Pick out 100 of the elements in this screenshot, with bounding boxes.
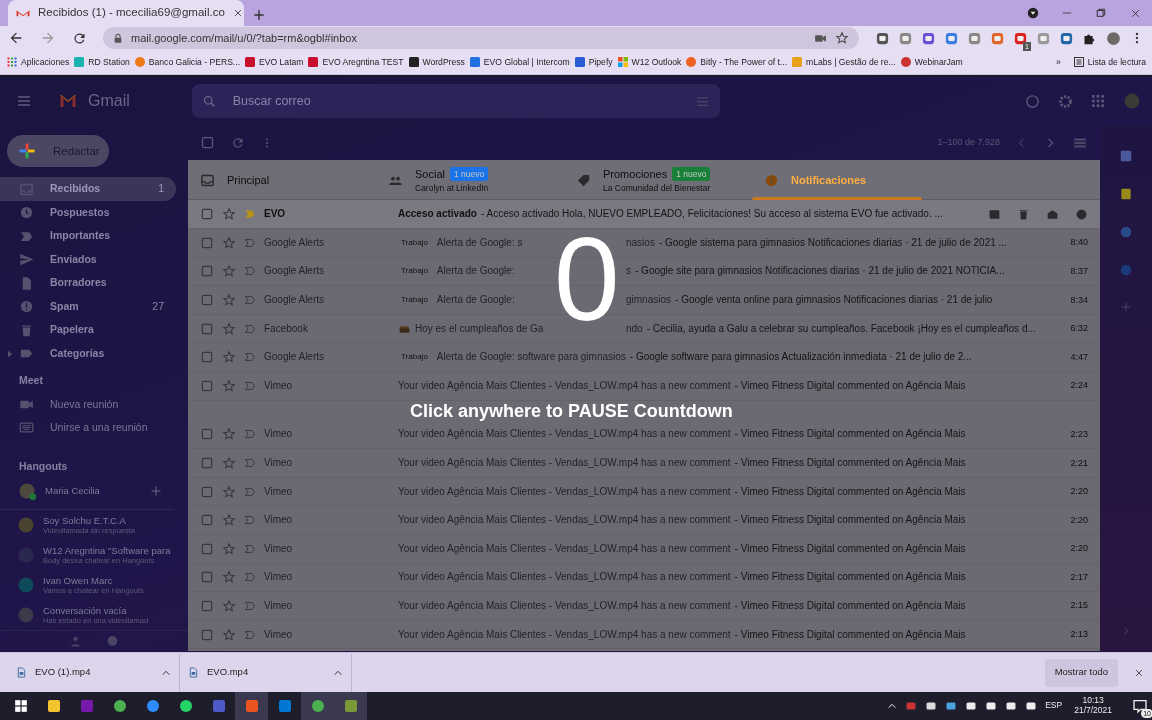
- plus-icon[interactable]: [150, 484, 162, 497]
- bookmark[interactable]: W12 Outlook: [614, 55, 684, 69]
- checkbox-icon[interactable]: [200, 570, 214, 585]
- star-icon[interactable]: [222, 541, 236, 556]
- email-row[interactable]: Vimeo Your video Agência Mais Clientes - Vendas_LOW.mp4 has a new comment - Vimeo Fitness Digital commented on Agência Mais 2:20: [188, 535, 1100, 564]
- chevron-up-icon[interactable]: [887, 701, 898, 711]
- email-row[interactable]: Vimeo Your video Agência Mais Clientes - Vendas_LOW.mp4 has a new comment - Vimeo Fitness Digital commented on Agência Mais 2:13: [188, 620, 1100, 650]
- extension-icon[interactable]: [875, 30, 890, 46]
- gmail-logo[interactable]: Gmail: [56, 89, 130, 114]
- checkbox-icon[interactable]: [200, 350, 214, 365]
- tasks-icon[interactable]: [1119, 225, 1133, 240]
- bookmark[interactable]: Banco Galicia - PERS...: [131, 55, 243, 69]
- reading-list[interactable]: Lista de lectura: [1070, 55, 1148, 69]
- email-row[interactable]: Vimeo Your video Agência Mais Clientes - Vendas_LOW.mp4 has a new comment - Vimeo Fitness Digital commented on Agência Mais 2:15: [188, 592, 1100, 621]
- star-icon[interactable]: [222, 378, 236, 393]
- plus-icon[interactable]: [1120, 301, 1132, 314]
- important-icon[interactable]: [244, 265, 256, 278]
- star-icon[interactable]: [222, 598, 236, 613]
- email-row[interactable]: Vimeo Your video Agência Mais Clientes - Vendas_LOW.mp4 has a new comment - Vimeo Fitness Digital commented on Agência Mais 2:24: [188, 372, 1100, 401]
- tray-icon[interactable]: [1025, 700, 1038, 712]
- extension-icon[interactable]: [1059, 30, 1074, 46]
- important-icon[interactable]: [244, 542, 256, 555]
- important-icon[interactable]: [244, 351, 256, 364]
- bookmark[interactable]: EVO Latam: [242, 55, 306, 69]
- important-icon[interactable]: [244, 294, 256, 307]
- email-row[interactable]: Vimeo Your video Agência Mais Clientes - Vendas_LOW.mp4 has a new comment - Vimeo Fitness Digital commented on Agência Mais 2:20: [188, 477, 1100, 507]
- email-row[interactable]: Vimeo Your video Agência Mais Clientes - Vendas_LOW.mp4 has a new comment - Vimeo Fitness Digital commented on Agência Mais 2:23: [188, 420, 1100, 450]
- important-icon[interactable]: [244, 322, 256, 335]
- star-icon[interactable]: [222, 235, 236, 250]
- important-icon[interactable]: [244, 599, 256, 612]
- important-icon[interactable]: [244, 457, 256, 469]
- checkbox-icon[interactable]: [200, 135, 215, 151]
- important-icon[interactable]: [244, 514, 256, 527]
- caret-icon[interactable]: [6, 349, 14, 358]
- bookmark[interactable]: WebinarJam: [897, 55, 965, 69]
- folder-item[interactable]: Spam 27: [0, 294, 176, 319]
- close-icon[interactable]: [1134, 667, 1144, 678]
- star-icon[interactable]: [222, 513, 236, 528]
- email-row[interactable]: EVO Acceso activado - Acceso activado Hola, NUEVO EMPLEADO, Felicitaciones! Su acceso al sistema EVO fue activado. ...: [188, 200, 1100, 230]
- checkbox-icon[interactable]: [200, 484, 214, 499]
- checkbox-icon[interactable]: [200, 513, 214, 528]
- close-icon[interactable]: [232, 8, 243, 18]
- folder-item[interactable]: Importantes: [0, 224, 176, 248]
- checkbox-icon[interactable]: [200, 378, 214, 393]
- email-row[interactable]: Vimeo Your video Agência Mais Clientes - Vendas_LOW.mp4 has a new comment - Vimeo Fitness Digital commented on Agência Mais 2:21: [188, 449, 1100, 478]
- extension-icon[interactable]: [921, 30, 936, 46]
- chevron-right-icon[interactable]: [1121, 626, 1131, 636]
- important-icon[interactable]: [244, 208, 256, 221]
- folder-item[interactable]: Recibidos 1: [0, 177, 176, 201]
- extension-icon[interactable]: [1013, 30, 1028, 46]
- apps-icon[interactable]: [1090, 93, 1106, 110]
- checkbox-icon[interactable]: [200, 293, 214, 308]
- bookmark[interactable]: RD Station: [71, 55, 132, 69]
- extension-icon[interactable]: [944, 30, 959, 46]
- star-icon[interactable]: [222, 321, 236, 336]
- checkbox-icon[interactable]: [200, 321, 214, 336]
- checkbox-icon[interactable]: [200, 598, 214, 613]
- star-icon[interactable]: [222, 207, 236, 222]
- email-row[interactable]: Vimeo Your video Agência Mais Clientes - Vendas_LOW.mp4 has a new comment - Vimeo Fitness Digital commented on Agência Mais 2:20: [188, 506, 1100, 535]
- folder-item[interactable]: Borradores: [0, 271, 176, 295]
- checkbox-icon[interactable]: [200, 456, 214, 470]
- bookmark[interactable]: Pipefy: [571, 55, 615, 69]
- bookmark[interactable]: Aplicaciones: [4, 55, 72, 69]
- tray-icon[interactable]: [985, 700, 998, 712]
- keep-icon[interactable]: [1119, 187, 1133, 202]
- email-row[interactable]: Vimeo Your video Agência Mais Clientes - Vendas_LOW.mp4 has a new comment - Vimeo Fitness Digital commented on Agência Mais 2:17: [188, 563, 1100, 593]
- checkbox-icon[interactable]: [200, 627, 214, 642]
- browser-tab[interactable]: Recibidos (1) - mcecilia69@gmail.co: [8, 0, 244, 26]
- bookmark[interactable]: Bitly - The Power of t...: [683, 55, 790, 69]
- checkbox-icon[interactable]: [200, 235, 214, 250]
- folder-item[interactable]: Enviados: [0, 247, 176, 272]
- important-icon[interactable]: [244, 628, 256, 641]
- extension-icon[interactable]: [898, 30, 913, 46]
- tray-icon[interactable]: [945, 700, 958, 712]
- back-icon[interactable]: [8, 30, 24, 46]
- contacts-icon[interactable]: [1119, 263, 1133, 278]
- person-icon[interactable]: [69, 635, 82, 648]
- tray-icon[interactable]: [925, 700, 938, 712]
- folder-item[interactable]: Pospuestos: [0, 200, 176, 225]
- important-icon[interactable]: [244, 428, 256, 441]
- address-bar[interactable]: mail.google.com/mail/u/0/?tab=rm&ogbl#inbox: [103, 27, 859, 49]
- download-item[interactable]: EVO.mp4: [180, 653, 352, 692]
- star-icon[interactable]: [835, 31, 849, 45]
- trash-icon[interactable]: [1017, 207, 1030, 221]
- forward-icon[interactable]: [40, 30, 56, 46]
- bookmark[interactable]: EVO Aregntina TEST: [305, 55, 406, 69]
- envelope-icon[interactable]: [1046, 207, 1059, 221]
- category-tab[interactable]: Social 1 nuevo Carolyn at LinkedIn: [376, 160, 564, 201]
- settings-icon[interactable]: [1057, 92, 1074, 110]
- folder-item[interactable]: Papelera: [0, 318, 176, 342]
- star-icon[interactable]: [222, 427, 236, 442]
- important-icon[interactable]: [244, 236, 256, 249]
- checkbox-icon[interactable]: [200, 427, 214, 442]
- density-icon[interactable]: [1072, 135, 1088, 150]
- checkbox-icon[interactable]: [200, 541, 214, 556]
- meet-item[interactable]: Nueva reunión: [0, 393, 188, 417]
- bookmark[interactable]: WordPress: [405, 55, 467, 69]
- extension-icon[interactable]: [990, 30, 1005, 46]
- star-icon[interactable]: [222, 570, 236, 585]
- user-name[interactable]: Maria Cecilia: [45, 485, 100, 497]
